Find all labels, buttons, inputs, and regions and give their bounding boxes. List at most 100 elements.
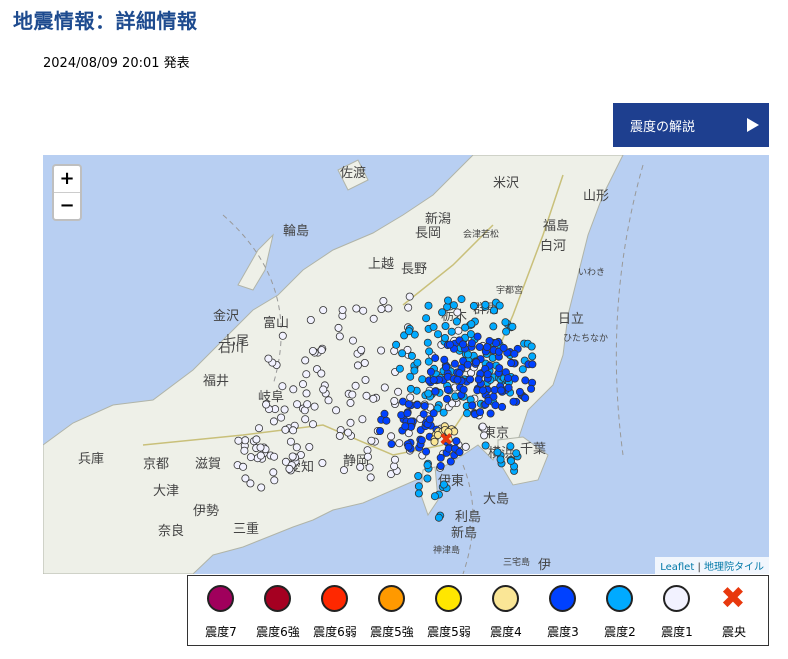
map-place-label: 伊: [538, 558, 551, 573]
station-marker: [318, 458, 327, 467]
legend-item: 震度5強: [363, 576, 421, 646]
station-marker: [506, 442, 515, 451]
station-marker: [429, 322, 438, 331]
zoom-out-button[interactable]: −: [54, 192, 80, 219]
station-marker: [467, 320, 476, 329]
intensity-swatch-icon: [378, 585, 405, 612]
station-marker: [280, 405, 289, 414]
station-marker: [339, 466, 348, 475]
station-marker: [528, 352, 537, 361]
station-marker: [308, 346, 317, 355]
station-marker: [515, 387, 524, 396]
legend-item: 震度4: [477, 576, 535, 646]
station-marker: [474, 375, 483, 384]
station-marker: [338, 305, 347, 314]
map-canvas[interactable]: 佐渡新潟長岡福島会津若松米沢山形白河いわき日立ひたちなか宇都宮栃木群馬長野上越富…: [43, 155, 769, 574]
legend-item: 震度2: [591, 576, 649, 646]
station-marker: [240, 446, 249, 455]
station-marker: [252, 435, 261, 444]
station-marker: [440, 355, 449, 364]
station-marker: [278, 382, 287, 391]
station-marker: [406, 384, 415, 393]
station-marker: [334, 323, 343, 332]
gsi-tiles-link[interactable]: 地理院タイル: [704, 562, 764, 573]
station-marker: [454, 326, 463, 335]
leaflet-link[interactable]: Leaflet: [660, 562, 694, 573]
station-marker: [420, 401, 429, 410]
station-marker: [499, 343, 508, 352]
station-marker: [434, 513, 443, 522]
station-marker: [507, 359, 516, 368]
station-marker: [387, 432, 396, 441]
station-marker: [467, 339, 476, 348]
station-marker: [457, 295, 466, 304]
station-marker: [430, 437, 439, 446]
station-marker: [365, 463, 374, 472]
legend-item: 震度5弱: [420, 576, 478, 646]
station-marker: [436, 453, 445, 462]
station-marker: [441, 321, 450, 330]
station-marker: [418, 375, 427, 384]
station-marker: [486, 409, 495, 418]
zoom-in-button[interactable]: +: [54, 166, 80, 192]
station-marker: [419, 410, 428, 419]
station-marker: [286, 437, 295, 446]
station-marker: [504, 383, 513, 392]
station-marker: [466, 375, 475, 384]
station-marker: [496, 455, 505, 464]
station-marker: [414, 471, 423, 480]
earthquake-map[interactable]: 佐渡新潟長岡福島会津若松米沢山形白河いわき日立ひたちなか宇都宮栃木群馬長野上越富…: [43, 155, 769, 574]
station-marker: [363, 446, 372, 455]
station-marker: [459, 385, 468, 394]
station-marker: [382, 416, 391, 425]
intensity-swatch-icon: [321, 585, 348, 612]
station-marker: [269, 468, 278, 477]
map-place-label: ひたちなか: [563, 333, 608, 344]
station-marker: [442, 394, 451, 403]
station-marker: [246, 453, 255, 462]
station-marker: [256, 443, 265, 452]
map-place-label: 七尾: [223, 334, 249, 349]
station-marker: [445, 340, 454, 349]
station-marker: [518, 365, 527, 374]
station-marker: [319, 385, 328, 394]
station-marker: [380, 409, 389, 418]
station-marker: [403, 409, 412, 418]
station-marker: [270, 452, 279, 461]
station-marker: [521, 376, 530, 385]
station-marker: [289, 385, 298, 394]
intensity-swatch-icon: [207, 585, 234, 612]
station-marker: [502, 327, 511, 336]
station-marker: [377, 304, 386, 313]
map-place-label: 日立: [558, 312, 584, 327]
station-marker: [357, 345, 366, 354]
station-marker: [424, 357, 433, 366]
station-marker: [468, 401, 477, 410]
station-marker: [528, 360, 537, 369]
station-marker: [319, 306, 328, 315]
station-marker: [256, 451, 265, 460]
station-marker: [390, 462, 399, 471]
station-marker: [483, 343, 492, 352]
station-marker: [436, 461, 445, 470]
station-marker: [469, 301, 478, 310]
map-attribution: Leaflet | 地理院タイル: [655, 557, 769, 574]
station-marker: [463, 360, 472, 369]
station-marker: [377, 346, 386, 355]
station-marker: [335, 431, 344, 440]
station-marker: [503, 374, 512, 383]
station-marker: [475, 342, 484, 351]
station-marker: [431, 354, 440, 363]
station-marker: [480, 431, 489, 440]
station-marker: [478, 422, 487, 431]
issued-time: 2024/08/09 20:01 発表: [43, 56, 190, 71]
station-marker: [234, 436, 243, 445]
map-place-label: いわき: [578, 267, 605, 278]
station-marker: [308, 420, 317, 429]
station-marker: [430, 492, 439, 501]
intensity-swatch-icon: [549, 585, 576, 612]
map-place-label: 福井: [203, 374, 229, 389]
station-marker: [527, 384, 536, 393]
map-place-label: 宇都宮: [496, 284, 523, 296]
intensity-explanation-button[interactable]: 震度の解説: [613, 103, 769, 147]
